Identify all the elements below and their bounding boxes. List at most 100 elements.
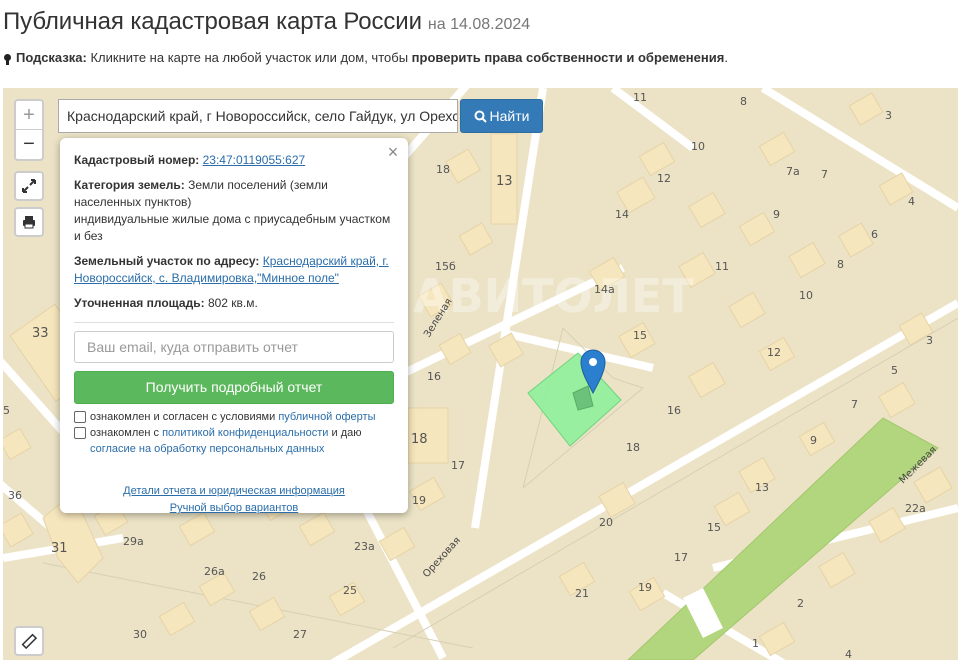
expand-icon: [22, 179, 36, 193]
svg-text:6: 6: [871, 228, 878, 241]
page-header: Публичная кадастровая карта России на 14.…: [3, 8, 530, 36]
hint-label: Подсказка:: [16, 50, 87, 65]
svg-text:13: 13: [496, 174, 513, 189]
ruler-button[interactable]: [14, 626, 44, 656]
popup-footer-links: Детали отчета и юридическая информация Р…: [74, 483, 394, 517]
land-category-label: Категория земель:: [74, 178, 185, 192]
close-icon[interactable]: ×: [386, 142, 400, 162]
svg-text:17: 17: [674, 551, 688, 564]
land-category-row: Категория земель: Земли поселений (земли…: [74, 177, 394, 245]
privacy-consent-and: и даю: [328, 427, 362, 439]
report-details-link[interactable]: Детали отчета и юридическая информация: [123, 485, 345, 497]
svg-text:19: 19: [638, 581, 652, 594]
cadastral-number-link[interactable]: 23:47:0119055:627: [203, 153, 306, 167]
print-button[interactable]: [14, 207, 44, 237]
svg-text:4: 4: [908, 195, 915, 208]
svg-text:26а: 26а: [204, 565, 225, 578]
svg-text:11: 11: [715, 260, 729, 273]
svg-text:7: 7: [821, 168, 828, 181]
print-icon: [23, 216, 35, 229]
privacy-consent-checkbox[interactable]: [74, 427, 86, 439]
address-search-input[interactable]: Краснодарский край, г Новороссийск, село…: [58, 99, 458, 133]
svg-text:Ореховая: Ореховая: [421, 535, 463, 580]
svg-text:1: 1: [752, 637, 759, 650]
svg-text:4: 4: [845, 648, 852, 660]
svg-text:23а: 23а: [354, 540, 375, 553]
svg-text:18: 18: [626, 441, 640, 454]
watermark: АВИТОЛЕТ: [413, 269, 694, 323]
public-offer-link[interactable]: публичной оферты: [278, 411, 375, 423]
search-icon: [474, 110, 487, 123]
svg-text:30: 30: [133, 628, 147, 641]
svg-text:22а: 22а: [905, 502, 926, 515]
svg-text:5: 5: [3, 404, 10, 417]
zoom-control: + −: [14, 99, 44, 161]
offer-consent-row: ознакомлен и согласен с условиями публич…: [74, 409, 394, 425]
ruler-icon: [21, 633, 37, 649]
svg-text:5: 5: [891, 364, 898, 377]
privacy-policy-link[interactable]: политикой конфиденциальности: [162, 427, 328, 439]
svg-text:19: 19: [412, 494, 426, 507]
svg-text:26: 26: [252, 570, 266, 583]
land-use-value: индивидуальные жилые дома с приусадебным…: [74, 212, 391, 243]
svg-text:3: 3: [885, 109, 892, 122]
svg-text:33: 33: [32, 326, 49, 341]
svg-text:15б: 15б: [435, 260, 456, 273]
svg-text:31: 31: [51, 541, 68, 556]
privacy-consent-text: ознакомлен с: [90, 427, 163, 439]
svg-text:9: 9: [810, 434, 817, 447]
area-row: Уточненная площадь: 802 кв.м.: [74, 295, 394, 312]
personal-data-consent-link[interactable]: согласие на обработку персональных данны…: [90, 443, 324, 455]
svg-text:2: 2: [797, 597, 804, 610]
page-title: Публичная кадастровая карта России: [3, 8, 422, 35]
svg-text:15: 15: [633, 329, 647, 342]
offer-consent-text: ознакомлен и согласен с условиями: [90, 411, 279, 423]
svg-text:3: 3: [926, 334, 933, 347]
cadastral-number-label: Кадастровый номер:: [74, 153, 200, 167]
parcel-info-popup: × Кадастровый номер: 23:47:0119055:627 К…: [60, 138, 408, 514]
area-value: 802 кв.м.: [207, 296, 258, 310]
svg-text:21: 21: [575, 587, 589, 600]
lightbulb-icon: [4, 54, 11, 65]
selected-parcel[interactable]: [527, 352, 622, 447]
svg-text:20: 20: [599, 516, 613, 529]
svg-text:8: 8: [740, 95, 747, 108]
hint-text: Кликните на карте на любой участок или д…: [86, 50, 412, 65]
hint-end: .: [724, 50, 728, 65]
zoom-out-button[interactable]: −: [16, 130, 42, 159]
svg-text:8: 8: [837, 258, 844, 271]
svg-text:10: 10: [799, 289, 813, 302]
email-field[interactable]: Ваш email, куда отправить отчет: [74, 331, 394, 363]
svg-text:11: 11: [633, 91, 647, 104]
svg-text:17: 17: [451, 459, 465, 472]
svg-text:18: 18: [436, 163, 450, 176]
page-date: на 14.08.2024: [427, 16, 531, 33]
hint-bold: проверить права собственности и обремене…: [411, 50, 725, 65]
svg-text:15: 15: [707, 521, 721, 534]
svg-text:10: 10: [691, 140, 705, 153]
svg-text:18: 18: [411, 432, 428, 447]
search-button[interactable]: Найти: [460, 99, 543, 133]
svg-text:АВИТОЛЕТ: АВИТОЛЕТ: [413, 269, 694, 323]
svg-text:25: 25: [343, 584, 357, 597]
divider: [74, 322, 394, 323]
svg-text:29а: 29а: [123, 535, 144, 548]
search-button-label: Найти: [489, 108, 530, 124]
svg-text:16: 16: [667, 404, 681, 417]
svg-text:7а: 7а: [786, 165, 800, 178]
manual-selection-link[interactable]: Ручной выбор вариантов: [170, 502, 298, 514]
offer-consent-checkbox[interactable]: [74, 411, 86, 423]
svg-text:12: 12: [767, 346, 781, 359]
svg-text:13: 13: [755, 481, 769, 494]
privacy-consent-row: ознакомлен с политикой конфиденциальност…: [74, 425, 394, 457]
fullscreen-button[interactable]: [14, 171, 44, 201]
svg-text:36: 36: [8, 489, 22, 502]
svg-text:9: 9: [773, 208, 780, 221]
get-report-button[interactable]: Получить подробный отчет: [74, 371, 394, 404]
cadastral-map[interactable]: АВИТОЛЕТ Зеленая Ореховая Межевая 11 8 3…: [3, 88, 958, 660]
cadastral-number-row: Кадастровый номер: 23:47:0119055:627: [74, 152, 394, 169]
hint-line: Подсказка: Кликните на карте на любой уч…: [4, 50, 728, 65]
zoom-in-button[interactable]: +: [16, 101, 42, 130]
svg-text:12: 12: [657, 172, 671, 185]
svg-text:14а: 14а: [594, 283, 615, 296]
